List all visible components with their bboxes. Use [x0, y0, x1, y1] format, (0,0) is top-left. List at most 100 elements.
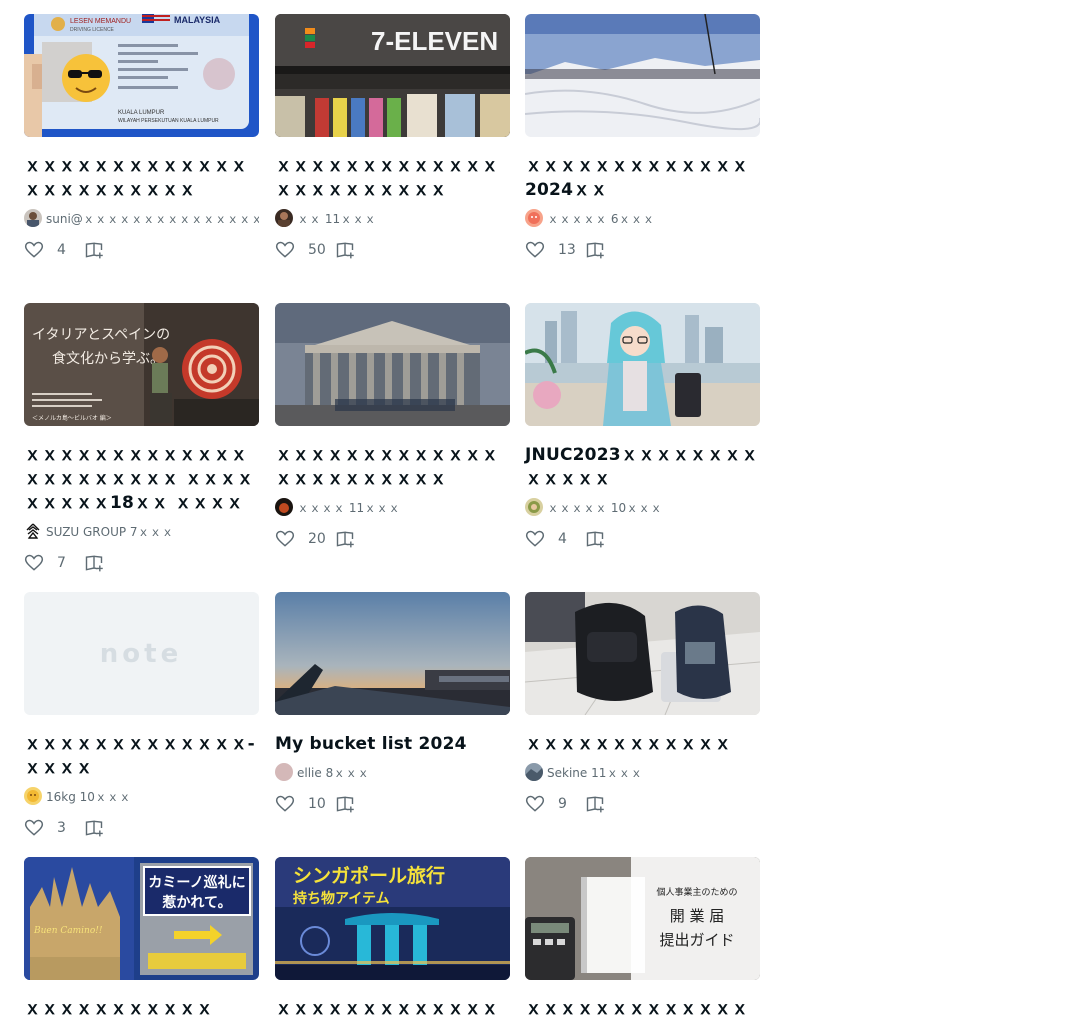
heart-icon[interactable] — [24, 818, 44, 838]
svg-text:カミーノ巡礼に: カミーノ巡礼に — [148, 874, 245, 891]
avatar[interactable] — [275, 209, 293, 227]
camino-pilgrimage-image: Buen Camino!! カミーノ巡礼に 惹かれて。 — [24, 857, 259, 980]
article-card[interactable]: ｘｘｘｘｘｘｘｘｘｘｘｘｘｘｘｘｘｘｘｘｘｘｘ ｘｘｘｘ 11ｘｘｘ 20 — [275, 303, 510, 549]
travel-bags-image — [525, 592, 760, 715]
add-to-magazine-icon[interactable] — [335, 240, 355, 260]
article-title[interactable]: ｘｘｘｘｘｘｘｘｘｘｘｘｘ2024ｘｘ — [525, 154, 760, 202]
add-to-magazine-icon[interactable] — [335, 529, 355, 549]
like-count: 4 — [57, 242, 66, 258]
article-card[interactable]: シンガポール旅行 持ち物アイテム ｘｘｘｘｘｘｘｘｘｘｘｘｘｘｘ — [275, 857, 510, 1024]
avatar[interactable] — [24, 209, 42, 227]
article-actions: 9 — [525, 794, 760, 814]
singapore-travel-image: シンガポール旅行 持ち物アイテム — [275, 857, 510, 980]
article-thumbnail[interactable]: 7-ELEVEN — [275, 14, 510, 137]
article-title[interactable]: ｘｘｘｘｘｘｘｘｘｘｘｘｘ-ｘｘｘｘ — [24, 732, 259, 780]
article-actions: 3 — [24, 818, 259, 838]
svg-text:シンガポール旅行: シンガポール旅行 — [293, 864, 445, 887]
article-title[interactable]: ｘｘｘｘｘｘｘｘｘｘｘｘｘｘｘｘｘｘｘｘｘｘ ｘｘｘｘｘｘｘｘｘ18ｘｘ ｘｘｘ… — [24, 443, 259, 515]
article-thumbnail[interactable] — [525, 592, 760, 715]
article-thumbnail[interactable] — [275, 303, 510, 426]
svg-text:MALAYSIA: MALAYSIA — [174, 15, 221, 25]
svg-text:イタリアとスペインの: イタリアとスペインの — [32, 327, 170, 343]
author-info[interactable]: 16kg 10ｘｘｘ — [24, 787, 259, 805]
avatar[interactable] — [525, 763, 543, 781]
heart-icon[interactable] — [525, 240, 545, 260]
article-thumbnail[interactable]: イタリアとスペインの 食文化から学ぶ。 ＜メノルカ島〜ビルバオ 編＞ — [24, 303, 259, 426]
heart-icon[interactable] — [275, 529, 295, 549]
like-count: 13 — [558, 242, 576, 258]
article-card[interactable]: My bucket list 2024 ellie 8ｘｘｘ 10 — [275, 592, 510, 814]
article-title[interactable]: ｘｘｘｘｘｘｘｘｘｘｘｘｘｘｘｘｘｘｘｘｘｘｘ — [275, 154, 510, 202]
add-to-magazine-icon[interactable] — [335, 794, 355, 814]
svg-text:持ち物アイテム: 持ち物アイテム — [293, 890, 390, 907]
avatar[interactable] — [24, 522, 42, 540]
article-card[interactable]: 7-ELEVEN ｘｘｘｘｘｘｘｘｘｘｘｘｘｘｘｘｘｘｘｘｘｘｘ ｘｘ 11ｘｘ… — [275, 14, 510, 260]
article-card[interactable]: JNUC2023ｘｘｘｘｘｘｘｘｘｘｘｘｘ ｘｘｘｘｘ 10ｘｘｘ 4 — [525, 303, 760, 549]
like-count: 9 — [558, 796, 567, 812]
heart-icon[interactable] — [525, 529, 545, 549]
avatar[interactable] — [24, 787, 42, 805]
ski-slope-image — [525, 14, 760, 137]
author-info[interactable]: ellie 8ｘｘｘ — [275, 763, 510, 781]
svg-text:惹かれて。: 惹かれて。 — [161, 894, 231, 911]
article-title[interactable]: ｘｘｘｘｘｘｘｘｘｘｘｘｘｘｘｘｘｘｘｘｘｘｘ — [275, 443, 510, 491]
article-card[interactable]: LESEN MEMANDU DRIVING LICENCE MALAYSIA K… — [24, 14, 259, 260]
article-thumbnail[interactable]: 個人事業主のための 開 業 届 提出ガイド — [525, 857, 760, 980]
avatar[interactable] — [525, 209, 543, 227]
article-card[interactable]: ｘｘｘｘｘｘｘｘｘｘｘｘｘ2024ｘｘ ｘｘｘｘｘ 6ｘｘｘ 13 — [525, 14, 760, 260]
add-to-magazine-icon[interactable] — [585, 240, 605, 260]
like-count: 7 — [57, 555, 66, 571]
article-card[interactable]: 個人事業主のための 開 業 届 提出ガイド ｘｘｘｘｘｘｘｘｘｘｘｘｘｘｘｘ — [525, 857, 760, 1024]
add-to-magazine-icon[interactable] — [84, 553, 104, 573]
avatar[interactable] — [525, 498, 543, 516]
avatar[interactable] — [275, 763, 293, 781]
svg-text:＜メノルカ島〜ビルバオ 編＞: ＜メノルカ島〜ビルバオ 編＞ — [32, 414, 112, 422]
author-info[interactable]: ｘｘ 11ｘｘｘ — [275, 209, 510, 227]
add-to-magazine-icon[interactable] — [585, 794, 605, 814]
article-title[interactable]: My bucket list 2024 — [275, 732, 510, 756]
svg-text:7-ELEVEN: 7-ELEVEN — [371, 26, 498, 56]
article-title[interactable]: ｘｘｘｘｘｘｘｘｘｘｘ — [24, 997, 259, 1021]
article-title[interactable]: JNUC2023ｘｘｘｘｘｘｘｘｘｘｘｘｘ — [525, 443, 760, 491]
author-info[interactable]: SUZU GROUP 7ｘｘｘ — [24, 522, 259, 540]
add-to-magazine-icon[interactable] — [585, 529, 605, 549]
author-info[interactable]: Sekine 11ｘｘｘ — [525, 763, 760, 781]
article-card[interactable]: Buen Camino!! カミーノ巡礼に 惹かれて。 ｘｘｘｘｘｘｘｘｘｘｘ — [24, 857, 259, 1021]
author-info[interactable]: ｘｘｘｘｘ 10ｘｘｘ — [525, 498, 760, 516]
heart-icon[interactable] — [275, 240, 295, 260]
article-card[interactable]: ｘｘｘｘｘｘｘｘｘｘｘｘ Sekine 11ｘｘｘ 9 — [525, 592, 760, 814]
article-thumbnail[interactable]: シンガポール旅行 持ち物アイテム — [275, 857, 510, 980]
article-title[interactable]: ｘｘｘｘｘｘｘｘｘｘｘｘｘｘｘ — [275, 997, 510, 1024]
author-info[interactable]: ｘｘｘｘ 11ｘｘｘ — [275, 498, 510, 516]
heart-icon[interactable] — [275, 794, 295, 814]
add-to-magazine-icon[interactable] — [84, 240, 104, 260]
add-to-magazine-icon[interactable] — [84, 818, 104, 838]
driving-license-image: LESEN MEMANDU DRIVING LICENCE MALAYSIA K… — [24, 14, 259, 137]
article-title[interactable]: ｘｘｘｘｘｘｘｘｘｘｘｘ — [525, 732, 760, 756]
heart-icon[interactable] — [24, 553, 44, 573]
article-thumbnail[interactable]: note — [24, 592, 259, 715]
heart-icon[interactable] — [24, 240, 44, 260]
article-thumbnail[interactable] — [275, 592, 510, 715]
article-card[interactable]: note ｘｘｘｘｘｘｘｘｘｘｘｘｘ-ｘｘｘｘ 16kg 10ｘｘｘ 3 — [24, 592, 259, 838]
article-title[interactable]: ｘｘｘｘｘｘｘｘｘｘｘｘｘｘｘｘｘｘｘｘｘｘｘ — [24, 154, 259, 202]
anime-girl-image — [525, 303, 760, 426]
food-culture-image: イタリアとスペインの 食文化から学ぶ。 ＜メノルカ島〜ビルバオ 編＞ — [24, 303, 259, 426]
svg-text:DRIVING LICENCE: DRIVING LICENCE — [70, 27, 115, 33]
article-title[interactable]: ｘｘｘｘｘｘｘｘｘｘｘｘｘｘｘｘ — [525, 997, 760, 1024]
heart-icon[interactable] — [525, 794, 545, 814]
article-card[interactable]: イタリアとスペインの 食文化から学ぶ。 ＜メノルカ島〜ビルバオ 編＞ ｘｘｘｘｘ… — [24, 303, 259, 573]
like-count: 50 — [308, 242, 326, 258]
article-thumbnail[interactable] — [525, 303, 760, 426]
author-info[interactable]: ｘｘｘｘｘ 6ｘｘｘ — [525, 209, 760, 227]
article-thumbnail[interactable]: Buen Camino!! カミーノ巡礼に 惹かれて。 — [24, 857, 259, 980]
article-actions: 13 — [525, 240, 760, 260]
author-info[interactable]: suni@ｘｘｘｘｘｘｘｘｘｘｘｘｘｘｘｘ 6ｘｘｘ — [24, 209, 259, 227]
article-thumbnail[interactable] — [525, 14, 760, 137]
article-thumbnail[interactable]: LESEN MEMANDU DRIVING LICENCE MALAYSIA K… — [24, 14, 259, 137]
avatar[interactable] — [275, 498, 293, 516]
author-name: SUZU GROUP 7ｘｘｘ — [46, 524, 174, 539]
like-count: 4 — [558, 531, 567, 547]
seven-eleven-store-image: 7-ELEVEN — [275, 14, 510, 137]
author-name: ｘｘｘｘｘ 10ｘｘｘ — [547, 500, 663, 515]
